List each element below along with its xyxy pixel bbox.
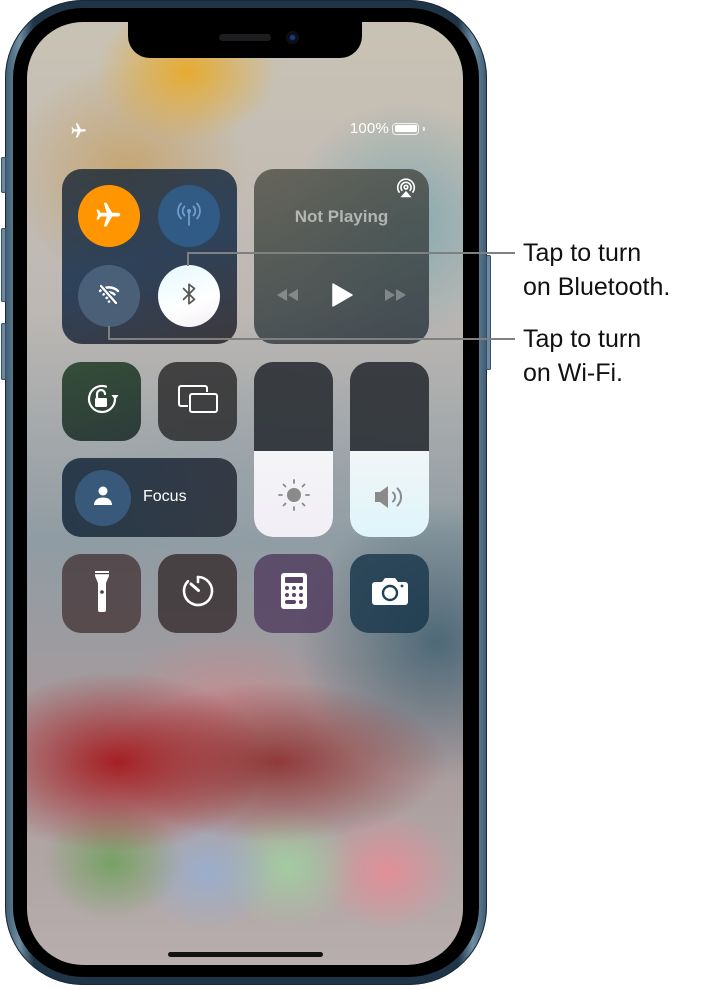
home-indicator[interactable] [168, 952, 323, 957]
cellular-data-toggle[interactable] [158, 185, 220, 247]
front-camera [286, 31, 299, 44]
battery-fill [394, 125, 417, 132]
bluetooth-callout-line-vertical [187, 252, 189, 266]
antenna-icon [174, 199, 204, 234]
screen-mirroring-icon [176, 383, 220, 420]
focus-icon-circle [75, 470, 131, 526]
battery-icon [392, 122, 419, 135]
brightness-slider[interactable] [254, 362, 333, 537]
volume-slider[interactable] [350, 362, 429, 537]
orientation-lock-button[interactable] [62, 362, 141, 441]
timer-button[interactable] [158, 554, 237, 633]
focus-button[interactable]: Focus [62, 458, 237, 537]
airplane-mode-toggle[interactable] [78, 185, 140, 247]
camera-button[interactable] [350, 554, 429, 633]
notch [128, 22, 362, 58]
flashlight-button[interactable] [62, 554, 141, 633]
action-button [1, 157, 6, 193]
speaker-icon [350, 481, 429, 513]
airplay-icon[interactable] [395, 178, 417, 205]
now-playing-module[interactable]: Not Playing [254, 169, 429, 344]
bluetooth-callout-line1: Tap to turn [523, 239, 642, 267]
camera-icon [371, 576, 409, 611]
battery-percent: 100% [349, 120, 389, 137]
calculator-button[interactable] [254, 554, 333, 633]
volume-down-button [1, 323, 6, 380]
side-button [486, 255, 491, 370]
calculator-icon [280, 572, 308, 615]
fast-forward-button[interactable] [383, 287, 409, 308]
focus-label: Focus [143, 488, 187, 505]
screen-mirroring-button[interactable] [158, 362, 237, 441]
wifi-callout-line [108, 338, 515, 340]
bluetooth-icon [176, 281, 202, 312]
battery-cap [423, 126, 425, 131]
bluetooth-callout: Tap to turn on Bluetooth. [523, 236, 670, 304]
wifi-callout-line2: on Wi-Fi. [523, 359, 623, 387]
media-controls [254, 282, 429, 313]
battery-status: 100% [350, 120, 425, 137]
wifi-toggle[interactable] [78, 265, 140, 327]
play-button[interactable] [330, 282, 354, 313]
bluetooth-callout-line [187, 252, 515, 254]
bluetooth-toggle[interactable] [158, 265, 220, 327]
flashlight-icon [92, 569, 112, 618]
person-icon [92, 485, 114, 512]
airplane-mode-status-icon [70, 121, 90, 139]
rotation-lock-icon [82, 379, 122, 424]
rewind-button[interactable] [274, 287, 300, 308]
earpiece-speaker [219, 34, 271, 41]
timer-icon [180, 573, 216, 614]
bluetooth-callout-line2: on Bluetooth. [523, 273, 671, 301]
wifi-off-icon [94, 279, 124, 314]
airplane-icon [94, 199, 124, 234]
screen: 100% Not Playing Focus [27, 22, 463, 965]
wifi-callout: Tap to turn on Wi-Fi. [523, 322, 641, 390]
media-title: Not Playing [294, 207, 389, 226]
sun-icon [254, 477, 333, 513]
volume-up-button [1, 228, 6, 302]
wifi-callout-line1: Tap to turn [523, 325, 642, 353]
connectivity-module [62, 169, 237, 344]
